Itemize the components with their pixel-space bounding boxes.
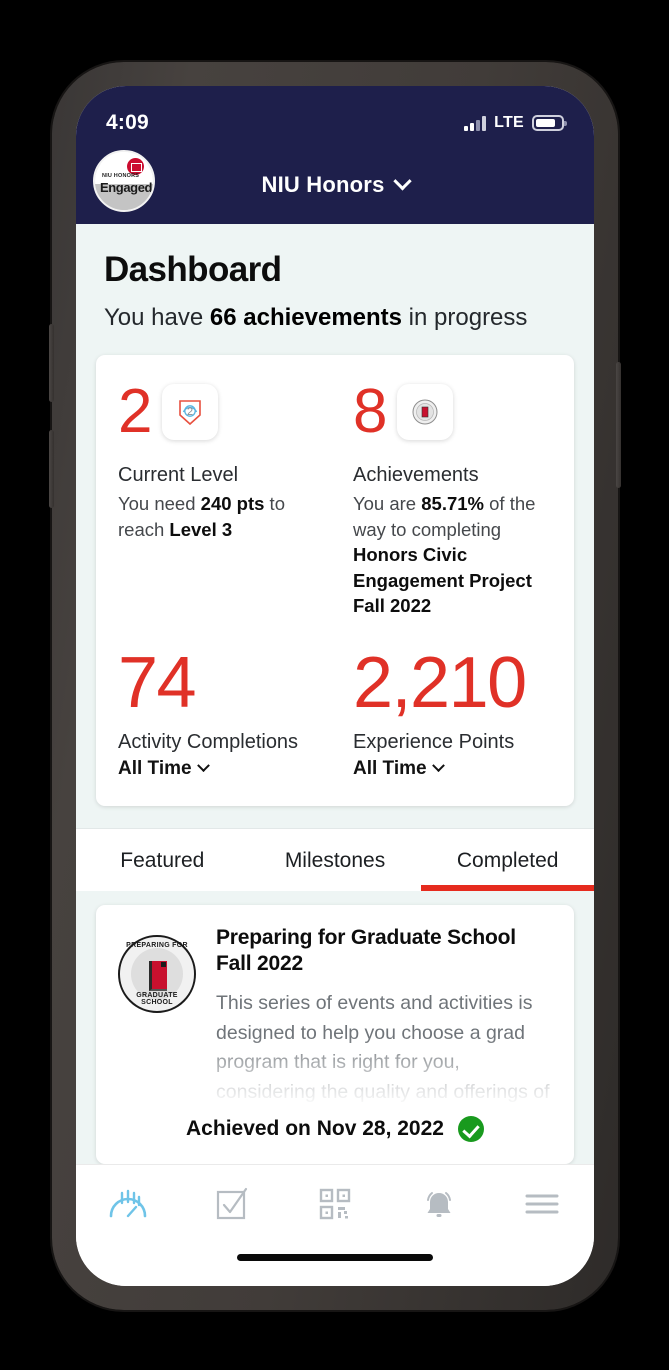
current-level-value: 2	[118, 377, 152, 447]
tab-milestones[interactable]: Milestones	[249, 829, 422, 891]
chevron-down-icon	[196, 759, 210, 773]
volume-down-button[interactable]	[49, 430, 54, 508]
experience-points-range: All Time	[353, 757, 427, 779]
stat-activity-completions[interactable]: 74 Activity Completions All Time	[100, 647, 335, 780]
cl-next-level: Level 3	[169, 518, 233, 540]
dashboard-gauge-icon	[109, 1189, 147, 1217]
page-header: Dashboard You have 66 achievements in pr…	[76, 224, 594, 355]
qr-code-icon	[319, 1188, 351, 1219]
subtitle-suffix: in progress	[402, 304, 528, 331]
home-indicator-area	[76, 1242, 594, 1286]
page-subtitle: You have 66 achievements in progress	[104, 301, 566, 335]
app-bar: NIU HONORS Engaged NIU Honors	[76, 146, 594, 224]
home-indicator[interactable]	[237, 1254, 433, 1261]
stat-current-level[interactable]: 2 2 Current Level You need 240 pts to re…	[100, 377, 335, 619]
subtitle-prefix: You have	[104, 304, 210, 331]
achievement-title: Preparing for Graduate School Fall 2022	[216, 925, 516, 975]
niu-honors-engaged-logo[interactable]: NIU HONORS Engaged	[93, 150, 155, 212]
chevron-down-icon	[392, 171, 412, 190]
status-indicators: LTE	[464, 114, 567, 132]
activity-completions-range: All Time	[118, 757, 192, 779]
battery-icon	[532, 115, 567, 131]
experience-points-range-selector[interactable]: All Time	[353, 758, 552, 780]
stat-experience-points[interactable]: 2,210 Experience Points All Time	[335, 647, 570, 780]
cl-desc-prefix: You need	[118, 493, 201, 515]
seal-arc-bottom: GRADUATE SCHOOL	[136, 991, 178, 1006]
level-shield-badge-icon: 2	[162, 384, 219, 441]
achievement-description: This series of events and activities is …	[216, 992, 550, 1104]
current-level-desc: You need 240 pts to reach Level 3	[118, 491, 317, 542]
ach-program-name: Honors Civic Engagement Project Fall 202…	[353, 544, 532, 617]
experience-points-label: Experience Points	[353, 730, 515, 753]
hamburger-menu-icon	[525, 1194, 559, 1213]
nav-menu[interactable]	[490, 1190, 594, 1218]
seal-arc-top: PREPARING FOR	[126, 941, 188, 949]
current-level-label: Current Level	[118, 464, 239, 487]
achievement-seal-badge-icon	[397, 384, 454, 441]
tab-featured[interactable]: Featured	[76, 829, 249, 891]
activity-completions-value: 74	[118, 642, 197, 723]
achievements-desc: You are 85.71% of the way to completing …	[353, 491, 552, 619]
dashboard-scroll-area[interactable]: Dashboard You have 66 achievements in pr…	[76, 224, 594, 1164]
tab-completed[interactable]: Completed	[421, 829, 594, 891]
bell-notification-icon	[426, 1191, 451, 1217]
logo-line2: Engaged	[100, 180, 153, 195]
achievement-tabs: Featured Milestones Completed	[76, 827, 594, 891]
nav-dashboard[interactable]	[76, 1185, 180, 1223]
activity-completions-label: Activity Completions	[118, 730, 299, 753]
svg-text:2: 2	[187, 406, 193, 418]
nav-checklist[interactable]	[180, 1186, 284, 1222]
ach-desc-prefix: You are	[353, 493, 422, 515]
volume-up-button[interactable]	[49, 324, 54, 402]
logo-line1: NIU HONORS	[102, 173, 140, 179]
achievement-card-top: PREPARING FOR GRADUATE SCHOOL Preparing …	[118, 925, 552, 1108]
current-level-top: 2 2	[118, 377, 317, 447]
bottom-navigation	[76, 1164, 594, 1242]
achievement-list: PREPARING FOR GRADUATE SCHOOL Preparing …	[76, 890, 594, 1164]
ach-percent: 85.71%	[421, 493, 484, 515]
page-title: Dashboard	[104, 250, 282, 289]
green-check-circle-icon	[457, 1116, 484, 1142]
nav-notifications[interactable]	[387, 1186, 491, 1222]
achievements-value: 8	[353, 377, 387, 447]
experience-points-value: 2,210	[353, 642, 527, 723]
status-time: 4:09	[106, 111, 149, 134]
power-button[interactable]	[616, 362, 621, 488]
stats-row-bottom: 74 Activity Completions All Time 2,210 E…	[100, 647, 570, 780]
app-bar-title: NIU Honors	[261, 172, 385, 197]
network-type-label: LTE	[494, 114, 524, 131]
book-icon	[149, 960, 167, 991]
cl-points-needed: 240 pts	[200, 493, 265, 515]
achieved-date-label: Achieved on Nov 28, 2022	[186, 1117, 444, 1140]
achievement-card-text: Preparing for Graduate School Fall 2022 …	[216, 925, 552, 1108]
activity-completions-range-selector[interactable]: All Time	[118, 758, 317, 780]
achievements-top: 8	[353, 377, 552, 447]
chevron-down-icon	[431, 759, 445, 773]
checkbox-icon	[217, 1187, 248, 1219]
cellular-signal-icon	[464, 115, 487, 131]
phone-frame: 4:09 LTE NIU HONORS Engaged NIU Honors D…	[49, 62, 621, 1310]
subtitle-count: 66 achievements	[209, 304, 403, 331]
status-bar: 4:09 LTE	[76, 86, 594, 146]
achievement-status: Achieved on Nov 28, 2022	[96, 1108, 574, 1142]
stats-row-top: 2 2 Current Level You need 240 pts to re…	[100, 377, 570, 619]
preparing-for-graduate-school-seal: PREPARING FOR GRADUATE SCHOOL	[118, 934, 196, 1013]
stat-achievements[interactable]: 8 Achievements You are 85.71% of the way…	[335, 377, 570, 619]
phone-screen: 4:09 LTE NIU HONORS Engaged NIU Honors D…	[76, 86, 594, 1286]
achievement-card[interactable]: PREPARING FOR GRADUATE SCHOOL Preparing …	[96, 904, 574, 1164]
stats-card: 2 2 Current Level You need 240 pts to re…	[96, 355, 574, 806]
achievements-label: Achievements	[353, 464, 479, 487]
nav-qr-scan[interactable]	[283, 1186, 387, 1222]
